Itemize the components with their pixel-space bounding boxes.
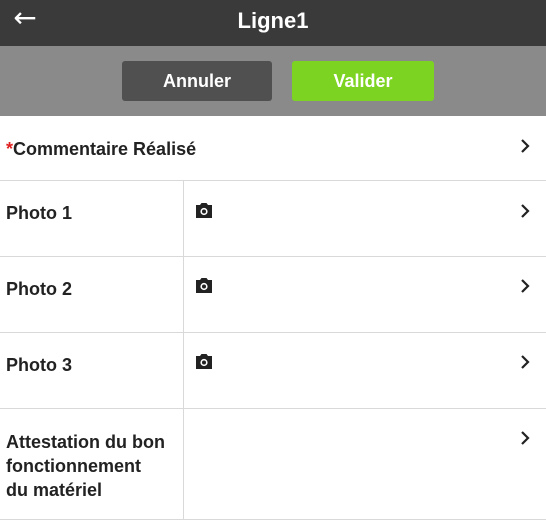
chevron-right-icon[interactable]	[518, 354, 532, 370]
header-bar: ← Ligne1	[0, 0, 546, 46]
column-divider	[183, 181, 184, 256]
comment-label: *Commentaire Réalisé	[6, 139, 196, 160]
column-divider	[183, 257, 184, 332]
action-bar: Annuler Valider	[0, 46, 546, 116]
comment-label-text: Commentaire Réalisé	[13, 139, 197, 159]
attestation-row[interactable]: Attestation du bon fonctionnement du mat…	[0, 409, 546, 520]
comment-row[interactable]: *Commentaire Réalisé	[0, 116, 546, 181]
chevron-right-icon[interactable]	[518, 138, 532, 154]
page-title: Ligne1	[237, 8, 309, 33]
chevron-right-icon[interactable]	[518, 203, 532, 219]
column-divider	[183, 409, 184, 519]
cancel-button[interactable]: Annuler	[122, 61, 272, 101]
chevron-right-icon[interactable]	[518, 430, 532, 446]
column-divider	[183, 333, 184, 408]
photo-label: Photo 2	[6, 279, 72, 299]
attestation-label-line: Attestation du bon	[6, 432, 165, 452]
photo-label: Photo 3	[6, 355, 72, 375]
camera-icon[interactable]	[194, 277, 214, 295]
chevron-right-icon[interactable]	[518, 278, 532, 294]
validate-button[interactable]: Valider	[292, 61, 434, 101]
attestation-label: Attestation du bon fonctionnement du mat…	[6, 430, 165, 502]
photo-label: Photo 1	[6, 203, 72, 223]
camera-icon[interactable]	[194, 202, 214, 220]
photo-row[interactable]: Photo 3	[0, 333, 546, 409]
camera-icon[interactable]	[194, 353, 214, 371]
attestation-label-line: fonctionnement	[6, 456, 141, 476]
attestation-label-line: du matériel	[6, 480, 103, 500]
photo-row[interactable]: Photo 1	[0, 181, 546, 257]
required-mark: *	[6, 139, 14, 159]
photo-row[interactable]: Photo 2	[0, 257, 546, 333]
